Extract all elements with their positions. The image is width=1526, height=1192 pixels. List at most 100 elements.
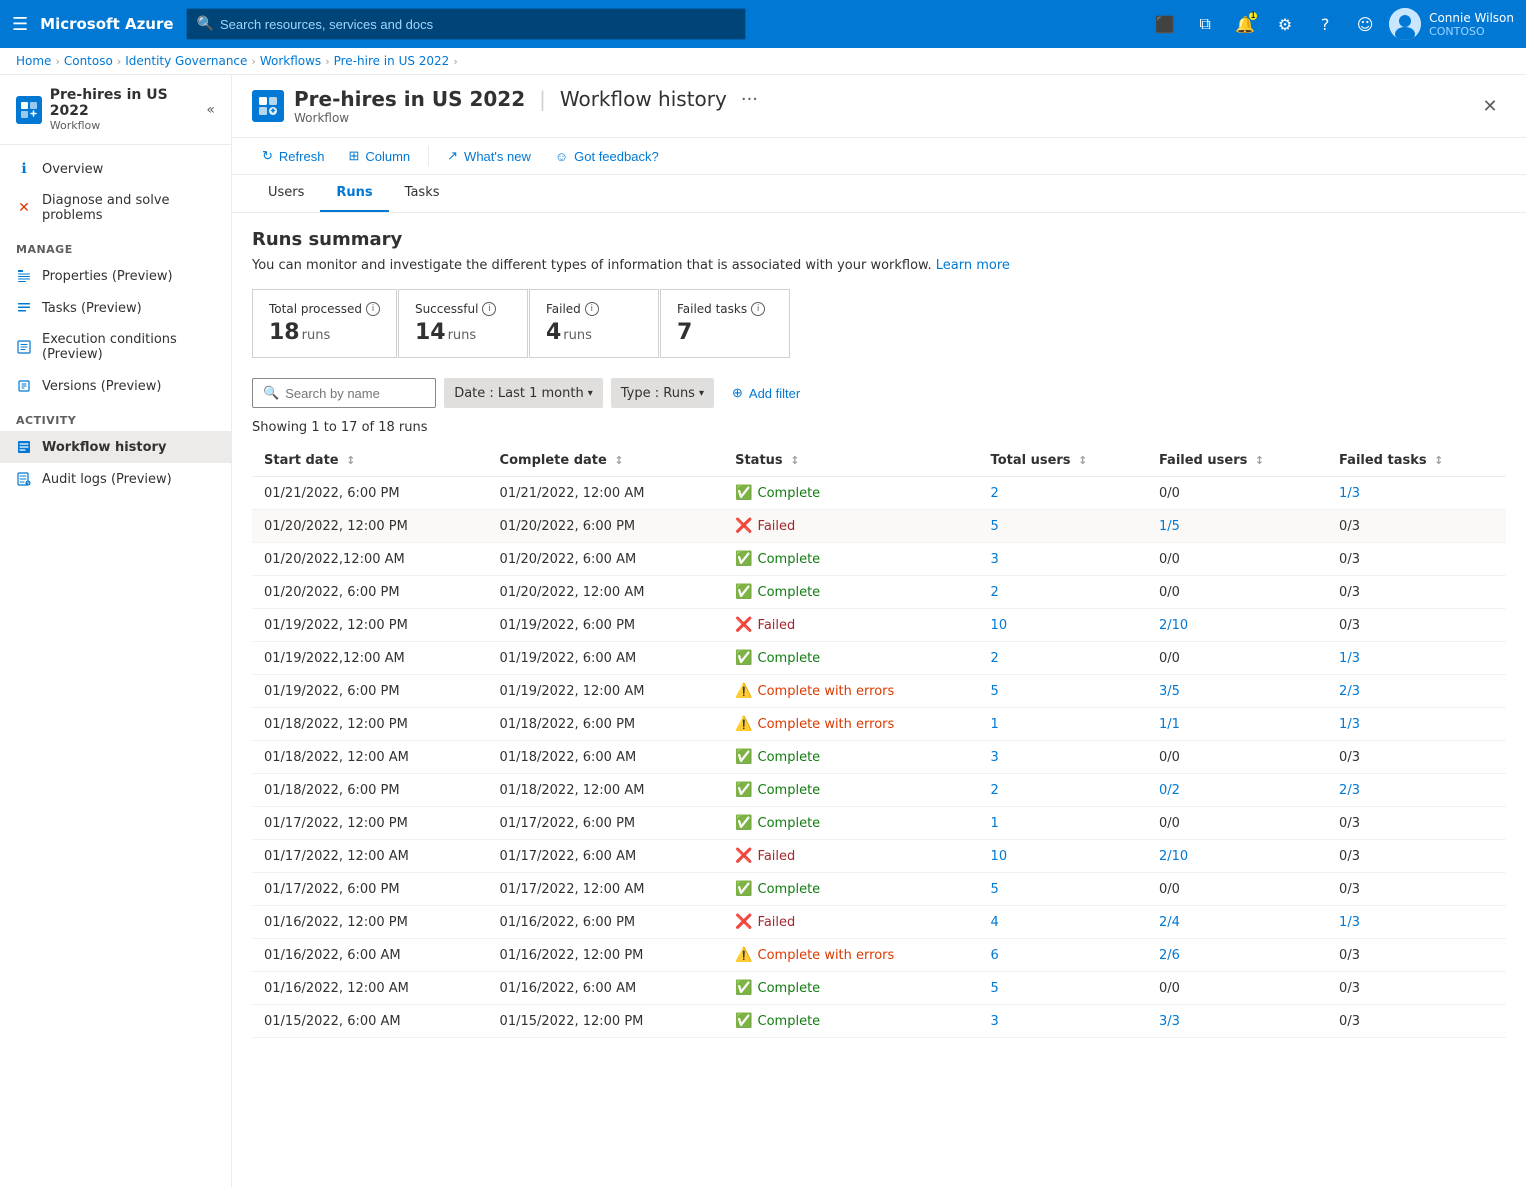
breadcrumb-identity-governance[interactable]: Identity Governance bbox=[125, 54, 247, 68]
total-users-link[interactable]: 5 bbox=[991, 981, 999, 996]
failed-tasks[interactable]: 1/3 bbox=[1327, 642, 1506, 675]
failed-users-link[interactable]: 3/3 bbox=[1159, 1014, 1180, 1029]
failed-users[interactable]: 0/0 bbox=[1147, 543, 1327, 576]
sidebar-item-audit-logs[interactable]: Audit logs (Preview) bbox=[0, 463, 231, 495]
failed-tasks[interactable]: 0/3 bbox=[1327, 741, 1506, 774]
failed-tasks-link[interactable]: 2/3 bbox=[1339, 783, 1360, 798]
failed-tasks[interactable]: 1/3 bbox=[1327, 477, 1506, 510]
total-users-link[interactable]: 5 bbox=[991, 882, 999, 897]
table-row[interactable]: 01/16/2022, 12:00 PM 01/16/2022, 6:00 PM… bbox=[252, 906, 1506, 939]
failed-users[interactable]: 1/1 bbox=[1147, 708, 1327, 741]
table-row[interactable]: 01/20/2022, 6:00 PM 01/20/2022, 12:00 AM… bbox=[252, 576, 1506, 609]
failed-users[interactable]: 2/6 bbox=[1147, 939, 1327, 972]
whats-new-button[interactable]: ↗ What's new bbox=[437, 144, 541, 168]
help-icon[interactable]: ? bbox=[1309, 8, 1341, 40]
failed-users-link[interactable]: 2/10 bbox=[1159, 618, 1188, 633]
total-users[interactable]: 5 bbox=[979, 972, 1147, 1005]
breadcrumb-workflows[interactable]: Workflows bbox=[260, 54, 321, 68]
sidebar-item-tasks[interactable]: Tasks (Preview) bbox=[0, 292, 231, 324]
table-row[interactable]: 01/21/2022, 6:00 PM 01/21/2022, 12:00 AM… bbox=[252, 477, 1506, 510]
hamburger-icon[interactable]: ☰ bbox=[12, 14, 28, 35]
failed-tasks[interactable]: 0/3 bbox=[1327, 939, 1506, 972]
breadcrumb-home[interactable]: Home bbox=[16, 54, 51, 68]
failed-users[interactable]: 0/2 bbox=[1147, 774, 1327, 807]
table-row[interactable]: 01/17/2022, 6:00 PM 01/17/2022, 12:00 AM… bbox=[252, 873, 1506, 906]
total-users[interactable]: 3 bbox=[979, 543, 1147, 576]
failed-users[interactable]: 2/10 bbox=[1147, 609, 1327, 642]
total-users[interactable]: 4 bbox=[979, 906, 1147, 939]
failed-users[interactable]: 0/0 bbox=[1147, 873, 1327, 906]
total-users-link[interactable]: 2 bbox=[991, 486, 999, 501]
more-options-icon[interactable]: ··· bbox=[741, 89, 758, 110]
sidebar-item-properties[interactable]: Properties (Preview) bbox=[0, 260, 231, 292]
total-users[interactable]: 2 bbox=[979, 642, 1147, 675]
total-users-link[interactable]: 3 bbox=[991, 1014, 999, 1029]
search-filter[interactable]: 🔍 bbox=[252, 378, 436, 408]
sidebar-item-execution[interactable]: Execution conditions (Preview) bbox=[0, 324, 231, 370]
failed-tasks-info-icon[interactable]: i bbox=[751, 302, 765, 316]
successful-info-icon[interactable]: i bbox=[482, 302, 496, 316]
col-complete-date[interactable]: Complete date ↕ bbox=[488, 445, 724, 477]
feedback-button[interactable]: ☺ Got feedback? bbox=[545, 145, 669, 168]
table-row[interactable]: 01/18/2022, 12:00 PM 01/18/2022, 6:00 PM… bbox=[252, 708, 1506, 741]
failed-users-link[interactable]: 3/5 bbox=[1159, 684, 1180, 699]
breadcrumb-prehire[interactable]: Pre-hire in US 2022 bbox=[334, 54, 450, 68]
failed-tasks[interactable]: 0/3 bbox=[1327, 807, 1506, 840]
total-users[interactable]: 3 bbox=[979, 1005, 1147, 1038]
failed-tasks[interactable]: 0/3 bbox=[1327, 1005, 1506, 1038]
table-row[interactable]: 01/17/2022, 12:00 PM 01/17/2022, 6:00 PM… bbox=[252, 807, 1506, 840]
failed-tasks[interactable]: 0/3 bbox=[1327, 576, 1506, 609]
search-bar[interactable]: 🔍 bbox=[186, 8, 746, 40]
failed-users[interactable]: 0/0 bbox=[1147, 807, 1327, 840]
add-filter-button[interactable]: ⊕ Add filter bbox=[722, 381, 810, 405]
feedback-icon[interactable]: ☺ bbox=[1349, 8, 1381, 40]
table-row[interactable]: 01/20/2022,12:00 AM 01/20/2022, 6:00 AM … bbox=[252, 543, 1506, 576]
total-users[interactable]: 3 bbox=[979, 741, 1147, 774]
refresh-button[interactable]: ↻ Refresh bbox=[252, 144, 334, 168]
total-users-link[interactable]: 6 bbox=[991, 948, 999, 963]
failed-tasks-link[interactable]: 1/3 bbox=[1339, 915, 1360, 930]
failed-tasks-link[interactable]: 1/3 bbox=[1339, 486, 1360, 501]
sidebar-collapse-icon[interactable]: « bbox=[206, 102, 215, 118]
tab-users[interactable]: Users bbox=[252, 175, 320, 212]
sidebar-item-diagnose[interactable]: ✕ Diagnose and solve problems bbox=[0, 185, 231, 231]
failed-users-link[interactable]: 1/1 bbox=[1159, 717, 1180, 732]
failed-users[interactable]: 0/0 bbox=[1147, 642, 1327, 675]
tab-runs[interactable]: Runs bbox=[320, 175, 388, 212]
failed-users[interactable]: 2/10 bbox=[1147, 840, 1327, 873]
col-failed-tasks[interactable]: Failed tasks ↕ bbox=[1327, 445, 1506, 477]
total-users-link[interactable]: 3 bbox=[991, 750, 999, 765]
column-button[interactable]: ⊞ Column bbox=[338, 144, 420, 168]
total-users[interactable]: 5 bbox=[979, 873, 1147, 906]
failed-users-link[interactable]: 0/2 bbox=[1159, 783, 1180, 798]
failed-tasks[interactable]: 0/3 bbox=[1327, 543, 1506, 576]
failed-users-link[interactable]: 2/6 bbox=[1159, 948, 1180, 963]
failed-tasks-link[interactable]: 1/3 bbox=[1339, 717, 1360, 732]
sidebar-item-overview[interactable]: ℹ Overview bbox=[0, 153, 231, 185]
total-users-link[interactable]: 5 bbox=[991, 684, 999, 699]
failed-users[interactable]: 1/5 bbox=[1147, 510, 1327, 543]
sidebar-item-workflow-history[interactable]: Workflow history bbox=[0, 431, 231, 463]
total-users[interactable]: 6 bbox=[979, 939, 1147, 972]
close-button[interactable]: ✕ bbox=[1474, 90, 1506, 122]
total-users-link[interactable]: 2 bbox=[991, 783, 999, 798]
portal-settings-icon[interactable]: ⧉ bbox=[1189, 8, 1221, 40]
total-users[interactable]: 1 bbox=[979, 807, 1147, 840]
search-input[interactable] bbox=[285, 386, 425, 401]
table-row[interactable]: 01/18/2022, 12:00 AM 01/18/2022, 6:00 AM… bbox=[252, 741, 1506, 774]
total-users-link[interactable]: 1 bbox=[991, 816, 999, 831]
table-row[interactable]: 01/19/2022, 6:00 PM 01/19/2022, 12:00 AM… bbox=[252, 675, 1506, 708]
failed-users[interactable]: 0/0 bbox=[1147, 972, 1327, 1005]
failed-tasks[interactable]: 0/3 bbox=[1327, 840, 1506, 873]
table-row[interactable]: 01/17/2022, 12:00 AM 01/17/2022, 6:00 AM… bbox=[252, 840, 1506, 873]
table-row[interactable]: 01/19/2022, 12:00 PM 01/19/2022, 6:00 PM… bbox=[252, 609, 1506, 642]
col-status[interactable]: Status ↕ bbox=[723, 445, 978, 477]
table-row[interactable]: 01/20/2022, 12:00 PM 01/20/2022, 6:00 PM… bbox=[252, 510, 1506, 543]
failed-tasks[interactable]: 0/3 bbox=[1327, 510, 1506, 543]
failed-users[interactable]: 2/4 bbox=[1147, 906, 1327, 939]
total-users[interactable]: 2 bbox=[979, 576, 1147, 609]
settings-icon[interactable]: ⚙ bbox=[1269, 8, 1301, 40]
avatar[interactable] bbox=[1389, 8, 1421, 40]
notification-icon[interactable]: 🔔 1 bbox=[1229, 8, 1261, 40]
search-input[interactable] bbox=[220, 17, 735, 32]
